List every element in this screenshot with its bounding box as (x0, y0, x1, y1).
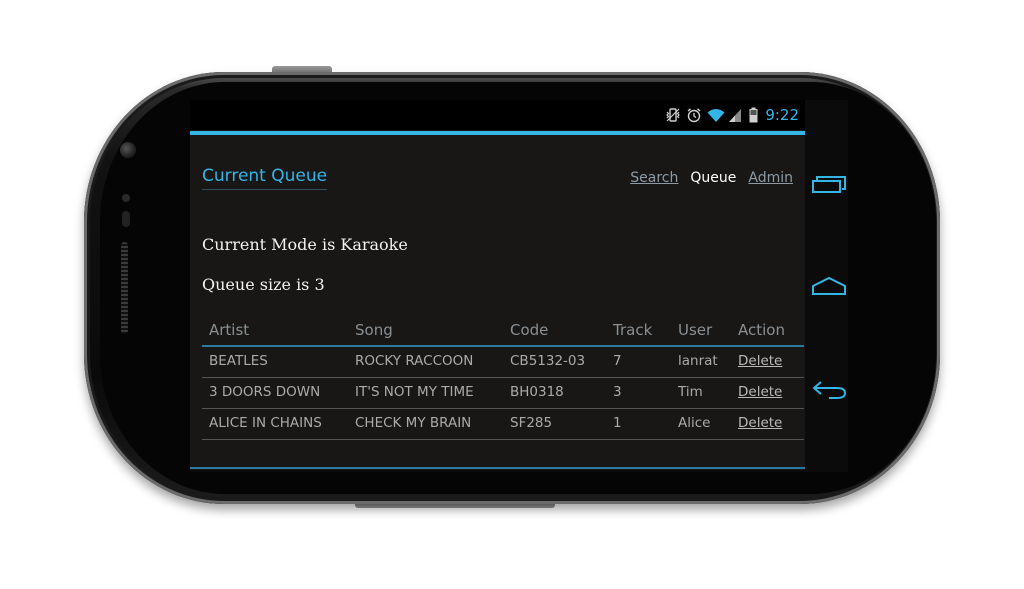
nav-link-queue[interactable]: Queue (690, 170, 736, 186)
cell-code: SF285 (503, 408, 606, 440)
cell-action: Delete (731, 408, 804, 440)
battery-icon (749, 107, 758, 123)
table-header-row: Artist Song Code Track User Action (202, 318, 804, 347)
cell-action: Delete (731, 346, 804, 378)
action-bar-divider (190, 131, 805, 135)
page-title: Current Queue (202, 166, 328, 190)
cell-action: Delete (731, 377, 804, 409)
top-nav: Search Queue Admin (630, 170, 793, 186)
cell-user: Alice (671, 408, 731, 440)
table-row: 3 DOORS DOWN IT'S NOT MY TIME BH0318 3 T… (202, 377, 804, 409)
column-header-artist: Artist (202, 318, 348, 347)
earpiece-speaker (121, 242, 128, 334)
table-row: ALICE IN CHAINS CHECK MY BRAIN SF285 1 A… (202, 408, 804, 440)
cell-track: 1 (606, 408, 671, 440)
vibrate-icon (665, 107, 681, 123)
delete-link[interactable]: Delete (738, 353, 782, 369)
nav-link-search[interactable]: Search (630, 170, 678, 186)
light-sensor (122, 211, 130, 227)
cell-track: 3 (606, 377, 671, 409)
cell-song: ROCKY RACCOON (348, 346, 503, 378)
column-header-user: User (671, 318, 731, 347)
recent-apps-icon[interactable] (811, 172, 847, 196)
column-header-track: Track (606, 318, 671, 347)
cell-track: 7 (606, 346, 671, 378)
current-mode-text: Current Mode is Karaoke (202, 235, 408, 254)
nav-link-admin[interactable]: Admin (748, 170, 793, 186)
delete-link[interactable]: Delete (738, 384, 782, 400)
wifi-icon (707, 107, 725, 123)
cell-user: lanrat (671, 346, 731, 378)
front-camera (120, 142, 136, 158)
home-icon[interactable] (811, 274, 847, 298)
status-icons: 9:22 (665, 106, 799, 124)
column-header-action: Action (731, 318, 804, 347)
status-bar: 9:22 (190, 100, 805, 130)
cell-code: BH0318 (503, 377, 606, 409)
table-row: BEATLES ROCKY RACCOON CB5132-03 7 lanrat… (202, 346, 804, 378)
cell-artist: BEATLES (202, 346, 348, 378)
app-screen: 9:22 Current Queue Search Queue Admin Cu… (190, 100, 805, 470)
cell-artist: 3 DOORS DOWN (202, 377, 348, 409)
column-header-code: Code (503, 318, 606, 347)
cell-code: CB5132-03 (503, 346, 606, 378)
cell-artist: ALICE IN CHAINS (202, 408, 348, 440)
cell-user: Tim (671, 377, 731, 409)
alarm-icon (686, 107, 702, 123)
delete-link[interactable]: Delete (738, 415, 782, 431)
signal-icon (728, 107, 744, 123)
cell-song: CHECK MY BRAIN (348, 408, 503, 440)
queue-size-text: Queue size is 3 (202, 275, 325, 294)
column-header-song: Song (348, 318, 503, 347)
queue-table: Artist Song Code Track User Action BEATL… (202, 318, 804, 440)
back-icon[interactable] (811, 376, 847, 400)
status-clock: 9:22 (765, 106, 799, 124)
proximity-sensor (122, 194, 130, 202)
cell-song: IT'S NOT MY TIME (348, 377, 503, 409)
bottom-divider (190, 467, 805, 469)
